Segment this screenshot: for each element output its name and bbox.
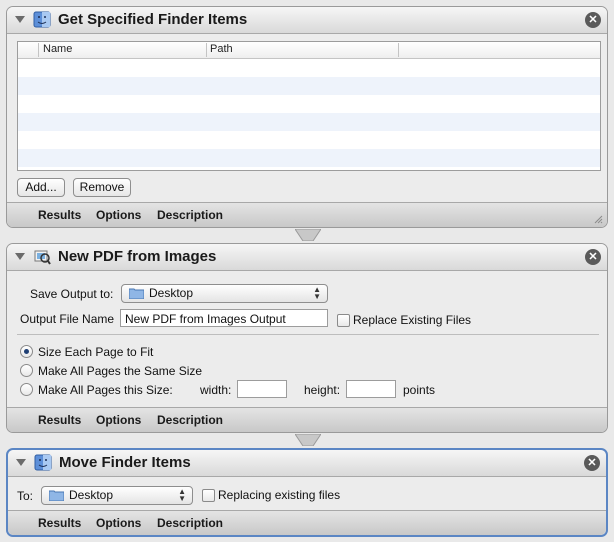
results-button[interactable]: Results bbox=[38, 413, 81, 427]
disclosure-triangle-icon[interactable] bbox=[15, 16, 25, 23]
add-button[interactable]: Add... bbox=[17, 178, 65, 197]
action-header[interactable]: New PDF from Images ✕ bbox=[7, 244, 607, 271]
column-header-name[interactable]: Name bbox=[43, 43, 72, 55]
table-row[interactable] bbox=[18, 113, 600, 131]
radio-make-all-pages-this-size[interactable] bbox=[20, 383, 33, 396]
remove-button[interactable]: Remove bbox=[73, 178, 131, 197]
disclosure-triangle-icon[interactable] bbox=[15, 253, 25, 260]
action-header[interactable]: Move Finder Items ✕ bbox=[8, 450, 606, 477]
action-footer: Results Options Description bbox=[8, 510, 606, 535]
height-label: height: bbox=[304, 383, 341, 397]
disclosure-triangle-icon[interactable] bbox=[16, 459, 26, 466]
action-new-pdf-from-images: New PDF from Images ✕ Save Output to: De… bbox=[6, 243, 608, 433]
column-divider bbox=[398, 43, 399, 57]
close-icon[interactable]: ✕ bbox=[585, 12, 601, 28]
description-button[interactable]: Description bbox=[157, 516, 223, 530]
save-output-value: Desktop bbox=[149, 286, 194, 300]
replacing-existing-files-label[interactable]: Replacing existing files bbox=[218, 488, 340, 502]
table-row[interactable] bbox=[18, 149, 600, 167]
popup-arrows-icon: ▲ ▼ bbox=[178, 487, 186, 503]
popup-arrows-icon: ▲ ▼ bbox=[313, 285, 321, 301]
divider bbox=[17, 334, 599, 335]
table-header: Name Path bbox=[18, 42, 600, 59]
action-connector-icon bbox=[295, 434, 321, 446]
resize-handle-icon[interactable] bbox=[593, 214, 603, 224]
folder-icon bbox=[129, 288, 144, 299]
description-button[interactable]: Description bbox=[157, 413, 223, 427]
table-row[interactable] bbox=[18, 59, 600, 77]
save-output-label: Save Output to: bbox=[30, 287, 114, 301]
options-button[interactable]: Options bbox=[96, 516, 141, 530]
output-file-name-label: Output File Name bbox=[20, 312, 115, 326]
replace-existing-files-label[interactable]: Replace Existing Files bbox=[353, 313, 471, 327]
column-header-path[interactable]: Path bbox=[210, 43, 233, 55]
destination-popup[interactable]: Desktop ▲ ▼ bbox=[41, 486, 193, 505]
preview-icon bbox=[34, 250, 51, 265]
radio-label-size-each-page[interactable]: Size Each Page to Fit bbox=[38, 345, 153, 359]
action-move-finder-items: Move Finder Items ✕ To: Desktop ▲ ▼ Repla… bbox=[6, 448, 608, 537]
close-icon[interactable]: ✕ bbox=[585, 249, 601, 265]
width-label: width: bbox=[200, 383, 232, 397]
finder-icon bbox=[33, 11, 51, 28]
description-button[interactable]: Description bbox=[157, 208, 223, 222]
options-button[interactable]: Options bbox=[96, 208, 141, 222]
save-output-popup[interactable]: Desktop ▲ ▼ bbox=[121, 284, 328, 303]
table-row[interactable] bbox=[18, 95, 600, 113]
radio-size-each-page-to-fit[interactable] bbox=[20, 345, 33, 358]
finder-icon bbox=[34, 454, 52, 471]
action-connector-icon bbox=[295, 229, 321, 241]
table-row[interactable] bbox=[18, 77, 600, 95]
radio-make-all-pages-same-size[interactable] bbox=[20, 364, 33, 377]
folder-icon bbox=[49, 490, 64, 501]
to-label: To: bbox=[17, 489, 34, 503]
action-get-specified-finder-items: Get Specified Finder Items ✕ Name Path A… bbox=[6, 6, 608, 228]
action-footer: Results Options Description bbox=[7, 202, 607, 227]
action-title: Move Finder Items bbox=[59, 454, 191, 471]
radio-label-this-size[interactable]: Make All Pages this Size: bbox=[38, 383, 173, 397]
replace-existing-files-checkbox[interactable] bbox=[337, 314, 350, 327]
results-button[interactable]: Results bbox=[38, 208, 81, 222]
height-field[interactable] bbox=[346, 380, 396, 398]
action-footer: Results Options Description bbox=[7, 407, 607, 432]
width-field[interactable] bbox=[237, 380, 287, 398]
options-button[interactable]: Options bbox=[96, 413, 141, 427]
points-label: points bbox=[403, 383, 436, 397]
close-icon[interactable]: ✕ bbox=[584, 455, 600, 471]
column-divider bbox=[206, 43, 207, 57]
finder-items-table[interactable]: Name Path bbox=[17, 41, 601, 171]
results-button[interactable]: Results bbox=[38, 516, 81, 530]
action-header[interactable]: Get Specified Finder Items ✕ bbox=[7, 7, 607, 34]
radio-label-same-size[interactable]: Make All Pages the Same Size bbox=[38, 364, 202, 378]
action-title: Get Specified Finder Items bbox=[58, 11, 248, 28]
column-divider bbox=[38, 43, 39, 57]
replacing-existing-files-checkbox[interactable] bbox=[202, 489, 215, 502]
action-title: New PDF from Images bbox=[58, 248, 217, 265]
destination-value: Desktop bbox=[69, 488, 114, 502]
output-file-name-field[interactable]: New PDF from Images Output bbox=[120, 309, 328, 327]
table-row[interactable] bbox=[18, 131, 600, 149]
